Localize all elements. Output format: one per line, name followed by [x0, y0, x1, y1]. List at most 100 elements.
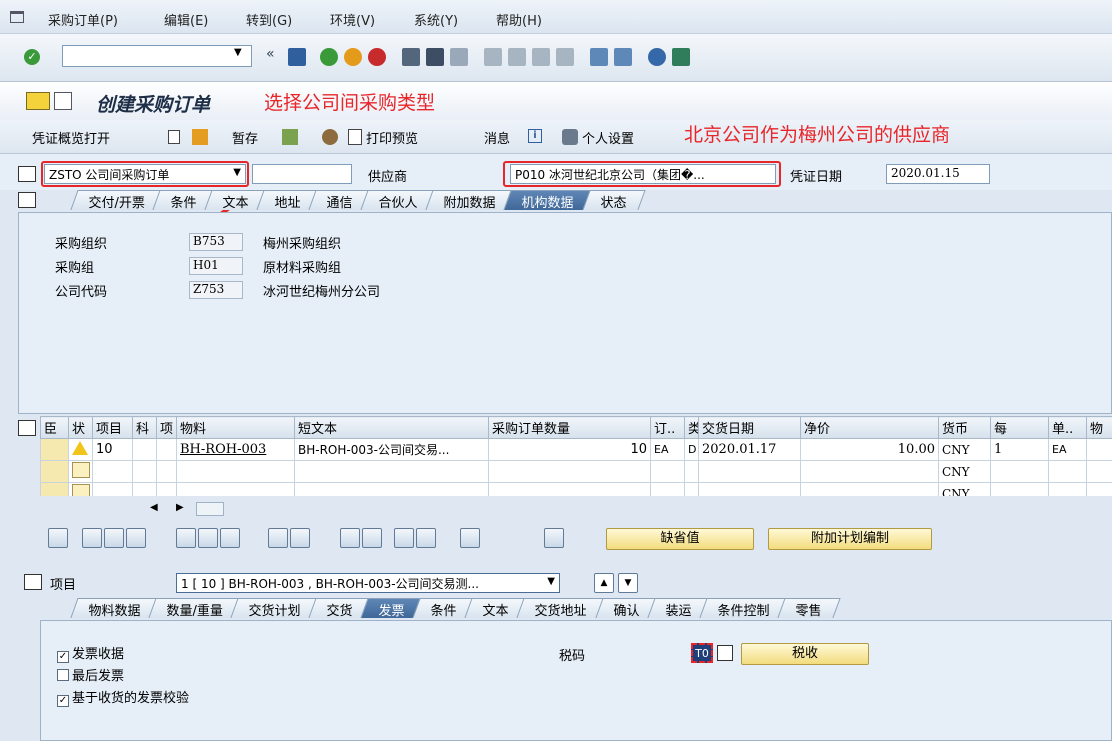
tax-code-input[interactable]: T0: [691, 643, 713, 663]
menu-environment[interactable]: 环境(V): [330, 10, 375, 29]
vendor-input[interactable]: P010 冰河世纪北京公司（集团�...: [510, 164, 776, 184]
personal-settings-icon[interactable]: [562, 129, 578, 145]
order-type-select[interactable]: ZSTO 公司间采购订单 ▼: [44, 164, 246, 184]
print-preview-icon[interactable]: [348, 129, 362, 145]
prev-item-icon[interactable]: ▲: [594, 573, 614, 593]
column-header[interactable]: 短文本: [294, 416, 489, 439]
menu-purchase-order[interactable]: 采购订单(P): [48, 10, 118, 29]
item-cat-cell[interactable]: [156, 438, 177, 461]
select-all-icon[interactable]: [82, 528, 102, 548]
column-header[interactable]: 状: [68, 416, 93, 439]
details-icon[interactable]: [48, 528, 68, 548]
menu-goto[interactable]: 转到(G): [246, 10, 292, 29]
currency-cell[interactable]: CNY: [938, 460, 991, 483]
column-header[interactable]: 科: [132, 416, 157, 439]
config-icon[interactable]: [544, 528, 564, 548]
column-header[interactable]: 交货日期: [698, 416, 801, 439]
short-text-cell[interactable]: BH-ROH-003-公司间交易...: [294, 438, 489, 461]
print-preview-button[interactable]: 打印预览: [366, 128, 418, 147]
default-values-button[interactable]: 缺省值: [606, 528, 754, 550]
help-icon[interactable]: [648, 48, 666, 66]
back-double-icon[interactable]: «: [266, 46, 275, 62]
menu-help[interactable]: 帮助(H): [496, 10, 542, 29]
filter-icon[interactable]: [394, 528, 414, 548]
command-field[interactable]: [62, 45, 252, 67]
column-header[interactable]: 订..: [650, 416, 685, 439]
table-row[interactable]: CNY: [40, 482, 1112, 496]
tax-code-help-icon[interactable]: [717, 645, 733, 661]
dropdown-arrow-icon[interactable]: ▼: [234, 47, 242, 58]
messages-button[interactable]: 消息: [484, 128, 510, 147]
material-cell[interactable]: BH-ROH-003: [176, 438, 295, 461]
hold-button[interactable]: 暂存: [232, 128, 258, 147]
enter-icon[interactable]: ✓: [24, 49, 40, 65]
print-icon[interactable]: [402, 48, 420, 66]
info-icon[interactable]: i: [528, 129, 542, 143]
currency-cell[interactable]: CNY: [938, 438, 991, 461]
prev-page-icon[interactable]: [508, 48, 526, 66]
check-icon[interactable]: [282, 129, 298, 145]
date-cat-cell[interactable]: D: [684, 438, 699, 461]
order-number-input[interactable]: [252, 164, 352, 184]
back-icon[interactable]: [320, 48, 338, 66]
save-icon[interactable]: [288, 48, 306, 66]
menu-edit[interactable]: 编辑(E): [164, 10, 208, 29]
column-header[interactable]: 货币: [938, 416, 991, 439]
per-cell[interactable]: 1: [990, 438, 1049, 461]
tab-header-7[interactable]: 机构数据: [503, 190, 594, 211]
purchasing-group-input[interactable]: H01: [189, 257, 243, 275]
tab-item-11[interactable]: 零售: [776, 598, 841, 619]
lock-icon[interactable]: [198, 528, 218, 548]
unlock-icon[interactable]: [220, 528, 240, 548]
find-icon[interactable]: [426, 48, 444, 66]
column-header[interactable]: 项目: [92, 416, 133, 439]
item-selector[interactable]: 1 [ 10 ] BH-ROH-003 , BH-ROH-003-公司间交易测.…: [176, 573, 560, 593]
find-next-icon[interactable]: [450, 48, 468, 66]
item-toggle-icon[interactable]: [24, 574, 42, 590]
item-cell[interactable]: 10: [92, 438, 133, 461]
calculator-icon[interactable]: [290, 528, 310, 548]
row-selector[interactable]: [40, 438, 69, 461]
filter-edit-icon[interactable]: [416, 528, 436, 548]
select-block-icon[interactable]: [104, 528, 124, 548]
column-header[interactable]: 单..: [1048, 416, 1087, 439]
row-selector[interactable]: [40, 482, 69, 496]
doc-date-input[interactable]: 2020.01.15: [886, 164, 990, 184]
currency-cell[interactable]: CNY: [938, 482, 991, 496]
table-row[interactable]: CNY: [40, 460, 1112, 483]
tab-header-6[interactable]: 附加数据: [425, 190, 516, 211]
taxes-button[interactable]: 税收: [741, 643, 869, 665]
sort-desc-icon[interactable]: [362, 528, 382, 548]
final-invoice-checkbox[interactable]: 最后发票: [57, 665, 124, 684]
gr-based-iv-checkbox[interactable]: ✓ 基于收货的发票校验: [57, 687, 189, 707]
menu-icon[interactable]: [10, 11, 24, 23]
shortcut-icon[interactable]: [614, 48, 632, 66]
delete-icon[interactable]: [176, 528, 196, 548]
unit-cell[interactable]: EA: [650, 438, 685, 461]
qty-cell[interactable]: 10: [488, 438, 651, 461]
column-header[interactable]: 每: [990, 416, 1049, 439]
system-menu-icon[interactable]: [54, 92, 72, 110]
additional-planning-button[interactable]: 附加计划编制: [768, 528, 932, 550]
first-page-icon[interactable]: [484, 48, 502, 66]
horizontal-scrollbar[interactable]: [196, 502, 224, 516]
scroll-right-icon[interactable]: ▶: [176, 502, 184, 513]
cancel-icon[interactable]: [368, 48, 386, 66]
column-header[interactable]: 采购订单数量: [488, 416, 651, 439]
tab-header-8[interactable]: 状态: [581, 190, 646, 211]
tab-item-10[interactable]: 条件控制: [698, 598, 789, 619]
personal-settings-button[interactable]: 个人设置: [582, 128, 634, 147]
company-code-input[interactable]: Z753: [189, 281, 243, 299]
column-header[interactable]: 净价: [800, 416, 939, 439]
invoice-receipt-checkbox[interactable]: ✓ 发票收据: [57, 643, 124, 663]
table-row[interactable]: 10 BH-ROH-003 BH-ROH-003-公司间交易... 10 EA …: [40, 438, 1112, 461]
next-page-icon[interactable]: [532, 48, 550, 66]
extra-cell[interactable]: [1086, 438, 1112, 461]
status-cell[interactable]: [68, 460, 93, 483]
items-toggle-icon[interactable]: [18, 420, 36, 436]
scroll-left-icon[interactable]: ◀: [150, 502, 158, 513]
deselect-icon[interactable]: [126, 528, 146, 548]
settings-icon[interactable]: [460, 528, 480, 548]
other-document-icon[interactable]: [192, 129, 208, 145]
exit-icon[interactable]: [344, 48, 362, 66]
